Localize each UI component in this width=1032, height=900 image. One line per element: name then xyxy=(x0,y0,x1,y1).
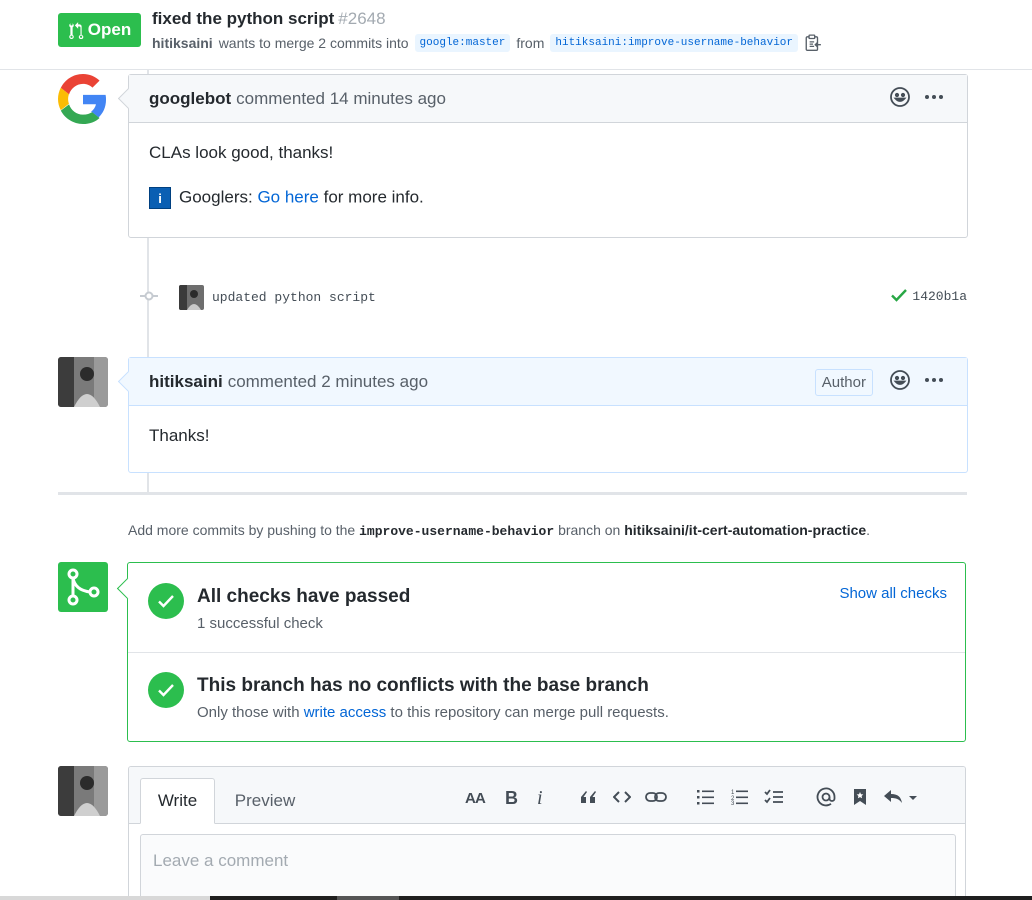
pr-meta: hitiksaini wants to merge 2 commits into… xyxy=(152,34,822,52)
tab-preview[interactable]: Preview xyxy=(225,778,305,824)
pr-merge-text: wants to merge 2 commits into xyxy=(218,35,409,51)
comment-text: CLAs look good, thanks! xyxy=(149,143,334,162)
check-icon[interactable] xyxy=(891,288,908,305)
merge-box: All checks have passed 1 successful chec… xyxy=(116,562,966,742)
timeline-divider xyxy=(58,492,967,495)
mention-icon[interactable] xyxy=(813,785,839,809)
pr-title-text: fixed the python script xyxy=(152,9,335,28)
push-hint-prefix: Add more commits by pushing to the xyxy=(128,522,356,538)
push-hint-middle: branch on xyxy=(558,522,621,538)
push-hint-repo[interactable]: hitiksaini/it-cert-automation-practice xyxy=(624,522,866,538)
info-icon: i xyxy=(149,187,171,209)
comment-author[interactable]: hitiksaini xyxy=(149,372,223,392)
checks-section: All checks have passed 1 successful chec… xyxy=(128,563,965,653)
no-conflicts-icon xyxy=(148,672,184,708)
git-pull-request-icon xyxy=(69,22,84,39)
commit-sha[interactable]: 1420b1a xyxy=(912,289,967,304)
taskbar-strip-segment xyxy=(0,896,210,900)
smiley-icon[interactable] xyxy=(889,369,911,396)
svg-text:A: A xyxy=(475,790,486,805)
link-icon[interactable] xyxy=(643,785,669,809)
comment-header: googlebot commented 14 minutes ago xyxy=(129,75,967,123)
italic-icon[interactable]: i xyxy=(528,785,554,809)
svg-text:i: i xyxy=(537,788,543,806)
merge-status-icon-box xyxy=(58,562,108,612)
taskbar-strip xyxy=(0,896,1032,900)
push-hint-branch: improve-username-behavior xyxy=(359,524,555,539)
taskbar-strip-segment xyxy=(337,896,399,900)
clipboard-copy-icon[interactable] xyxy=(804,34,822,52)
hitiksaini-avatar[interactable] xyxy=(58,357,108,407)
comment-tabbar: Write Preview AA B i 1 2 3 xyxy=(129,767,965,824)
comment-text: Thanks! xyxy=(149,426,210,445)
go-here-link[interactable]: Go here xyxy=(257,187,318,206)
pr-author-link[interactable]: hitiksaini xyxy=(152,35,213,51)
new-comment-form: Write Preview AA B i 1 2 3 Leave a comme… xyxy=(128,766,966,900)
kebab-menu-icon[interactable] xyxy=(923,86,945,113)
pr-number: #2648 xyxy=(338,9,386,28)
pr-from-text: from xyxy=(516,35,545,51)
googlers-label: Googlers: xyxy=(179,187,253,207)
googlebot-avatar[interactable] xyxy=(58,74,108,124)
comment-info-line: i Googlers: Go here for more info. xyxy=(149,187,947,209)
pr-state-label: Open xyxy=(87,20,132,39)
more-info-text: for more info. xyxy=(323,187,424,207)
conflicts-heading: This branch has no conflicts with the ba… xyxy=(197,675,649,696)
write-access-link[interactable]: write access xyxy=(304,704,387,721)
pr-title: fixed the python script #2648 xyxy=(152,9,386,29)
author-label-badge: Author xyxy=(814,368,873,396)
checks-heading: All checks have passed xyxy=(197,586,411,607)
smiley-icon[interactable] xyxy=(889,86,911,113)
svg-text:3: 3 xyxy=(731,801,735,805)
current-user-avatar[interactable] xyxy=(58,766,108,816)
comment-body: CLAs look good, thanks! i Googlers: Go he… xyxy=(129,123,967,229)
quote-icon[interactable] xyxy=(575,785,601,809)
heading-icon[interactable]: AA xyxy=(463,785,489,809)
git-merge-icon xyxy=(67,568,100,606)
comment-actions: Author xyxy=(814,358,945,406)
commit-message[interactable]: updated python script xyxy=(212,290,376,305)
base-branch[interactable]: google:master xyxy=(414,34,511,52)
push-hint-suffix: . xyxy=(866,522,871,538)
git-commit-icon xyxy=(140,289,158,305)
conflicts-sub-prefix: Only those with xyxy=(197,704,300,721)
tab-write[interactable]: Write xyxy=(140,778,215,824)
checks-subtext: 1 successful check xyxy=(197,615,323,632)
saved-reply-icon[interactable] xyxy=(847,785,873,809)
commit-row: updated python script 1420b1a xyxy=(140,282,967,312)
ordered-list-icon[interactable]: 123 xyxy=(727,785,753,809)
checks-passed-icon xyxy=(148,583,184,619)
unordered-list-icon[interactable] xyxy=(693,785,719,809)
show-all-checks-link[interactable]: Show all checks xyxy=(839,585,947,602)
task-list-icon[interactable] xyxy=(761,785,787,809)
commit-status: 1420b1a xyxy=(891,288,967,305)
conflicts-subtext: Only those with write access to this rep… xyxy=(197,704,669,721)
comment-timestamp[interactable]: commented 14 minutes ago xyxy=(236,89,446,109)
comment-actions xyxy=(889,75,945,123)
code-icon[interactable] xyxy=(609,785,635,809)
svg-text:B: B xyxy=(505,788,518,806)
comment-googlebot: googlebot commented 14 minutes ago CLAs … xyxy=(117,74,968,238)
comment-timestamp[interactable]: commented 2 minutes ago xyxy=(228,372,428,392)
comment-body: Thanks! xyxy=(129,406,967,466)
commit-author-avatar[interactable] xyxy=(179,284,204,310)
reply-dropdown-icon[interactable] xyxy=(881,785,921,809)
comment-hitiksaini: hitiksaini commented 2 minutes ago Autho… xyxy=(117,357,968,473)
head-branch[interactable]: hitiksaini:improve-username-behavior xyxy=(550,34,799,52)
push-hint: Add more commits by pushing to the impro… xyxy=(128,522,870,539)
bold-icon[interactable]: B xyxy=(498,785,524,809)
kebab-menu-icon[interactable] xyxy=(923,369,945,396)
comment-author[interactable]: googlebot xyxy=(149,89,231,109)
comment-textarea[interactable]: Leave a comment xyxy=(140,834,956,900)
conflicts-section: This branch has no conflicts with the ba… xyxy=(128,653,965,741)
conflicts-sub-suffix: to this repository can merge pull reques… xyxy=(390,704,669,721)
pr-header: Open fixed the python script #2648 hitiks… xyxy=(0,0,1032,70)
pr-state-badge: Open xyxy=(58,13,141,47)
comment-header: hitiksaini commented 2 minutes ago Autho… xyxy=(129,358,967,406)
